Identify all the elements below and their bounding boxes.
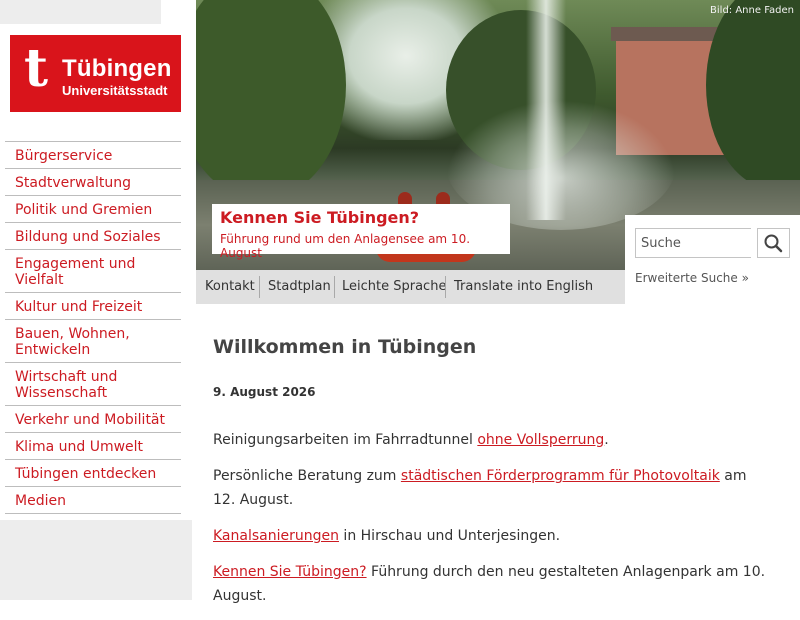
logo-subtitle: Universitätsstadt — [62, 83, 168, 98]
news-item: Persönliche Beratung zum städtischen För… — [213, 464, 773, 512]
news-text: Reinigungsarbeiten im Fahrradtunnel — [213, 432, 478, 448]
news-item: Kanalsanierungen in Hirschau und Unterje… — [213, 524, 773, 548]
news-item: Kennen Sie Tübingen? Führung durch den n… — [213, 560, 773, 608]
hero-tree — [196, 0, 346, 200]
service-link-leichte-sprache[interactable]: Leichte Sprache — [342, 279, 446, 294]
news-link[interactable]: Kanalsanierungen — [213, 528, 339, 544]
news-text: . — [604, 432, 609, 448]
nav-item: Stadtverwaltung — [5, 169, 181, 196]
service-separator — [445, 276, 446, 298]
image-credit: Bild: Anne Faden — [710, 5, 794, 16]
nav-link-engagement[interactable]: Engagement und Vielfalt — [5, 250, 181, 292]
nav-link-politik[interactable]: Politik und Gremien — [5, 196, 181, 222]
nav-link-stadtverwaltung[interactable]: Stadtverwaltung — [5, 169, 181, 195]
news-text: Persönliche Beratung zum — [213, 468, 401, 484]
advanced-search-link[interactable]: Erweiterte Suche » — [635, 271, 749, 285]
teaser-title: Kennen Sie Tübingen? — [220, 208, 420, 227]
nav-link-klima[interactable]: Klima und Umwelt — [5, 433, 181, 459]
news-link[interactable]: städtischen Förderprogramm für Photovolt… — [401, 468, 720, 484]
news-date: 9. August 2026 — [213, 385, 316, 399]
main-content: Willkommen in Tübingen 9. August 2026 Re… — [213, 336, 773, 604]
service-separator — [334, 276, 335, 298]
nav-link-buergerservice[interactable]: Bürgerservice — [5, 142, 181, 168]
page-title: Willkommen in Tübingen — [213, 336, 477, 358]
news-link[interactable]: ohne Vollsperrung — [477, 432, 604, 448]
service-link-stadtplan[interactable]: Stadtplan — [268, 279, 331, 294]
nav-item: Tübingen entdecken — [5, 460, 181, 487]
nav-link-entdecken[interactable]: Tübingen entdecken — [5, 460, 181, 486]
service-separator — [259, 276, 260, 298]
search-input[interactable] — [635, 228, 751, 258]
main-navigation: Bürgerservice Stadtverwaltung Politik un… — [5, 141, 181, 514]
logo-name: Tübingen — [62, 55, 172, 82]
nav-link-kultur[interactable]: Kultur und Freizeit — [5, 293, 181, 319]
news-text: in Hirschau und Unterjesingen. — [338, 528, 561, 544]
tuebingen-logo[interactable]: t Tübingen Universitätsstadt — [10, 35, 181, 112]
top-gap-strip — [161, 0, 192, 24]
nav-item: Engagement und Vielfalt — [5, 250, 181, 293]
teaser-text: Führung rund um den Anlagensee am 10. Au… — [220, 232, 471, 260]
news-list: Reinigungsarbeiten im Fahrradtunnel ohne… — [213, 428, 773, 620]
service-bar: Kontakt Stadtplan Leichte Sprache Transl… — [196, 270, 625, 304]
nav-item: Medien — [5, 487, 181, 514]
service-link-translate[interactable]: Translate into English — [454, 279, 593, 294]
service-link-kontakt[interactable]: Kontakt — [205, 279, 255, 294]
hero-teaser[interactable]: Kennen Sie Tübingen? Führung rund um den… — [212, 204, 510, 260]
hero-fountain — [526, 0, 566, 220]
news-link[interactable]: Kennen Sie Tübingen? — [213, 564, 367, 580]
nav-link-medien[interactable]: Medien — [5, 487, 181, 513]
nav-link-bauen[interactable]: Bauen, Wohnen, Entwickeln — [5, 320, 181, 362]
nav-item: Politik und Gremien — [5, 196, 181, 223]
nav-item: Kultur und Freizeit — [5, 293, 181, 320]
nav-item: Klima und Umwelt — [5, 433, 181, 460]
nav-link-verkehr[interactable]: Verkehr und Mobilität — [5, 406, 181, 432]
news-item: Reinigungsarbeiten im Fahrradtunnel ohne… — [213, 428, 773, 452]
nav-link-bildung[interactable]: Bildung und Soziales — [5, 223, 181, 249]
nav-item: Bauen, Wohnen, Entwickeln — [5, 320, 181, 363]
nav-item: Bürgerservice — [5, 141, 181, 169]
search-button[interactable] — [757, 228, 790, 258]
nav-item: Bildung und Soziales — [5, 223, 181, 250]
nav-item: Verkehr und Mobilität — [5, 406, 181, 433]
search-icon — [764, 234, 783, 253]
nav-link-wirtschaft[interactable]: Wirtschaft und Wissenschaft — [5, 363, 181, 405]
logo-mark: t — [24, 38, 49, 99]
search-area: Erweiterte Suche » — [625, 215, 800, 310]
nav-item: Wirtschaft und Wissenschaft — [5, 363, 181, 406]
hero-tree — [706, 0, 800, 190]
